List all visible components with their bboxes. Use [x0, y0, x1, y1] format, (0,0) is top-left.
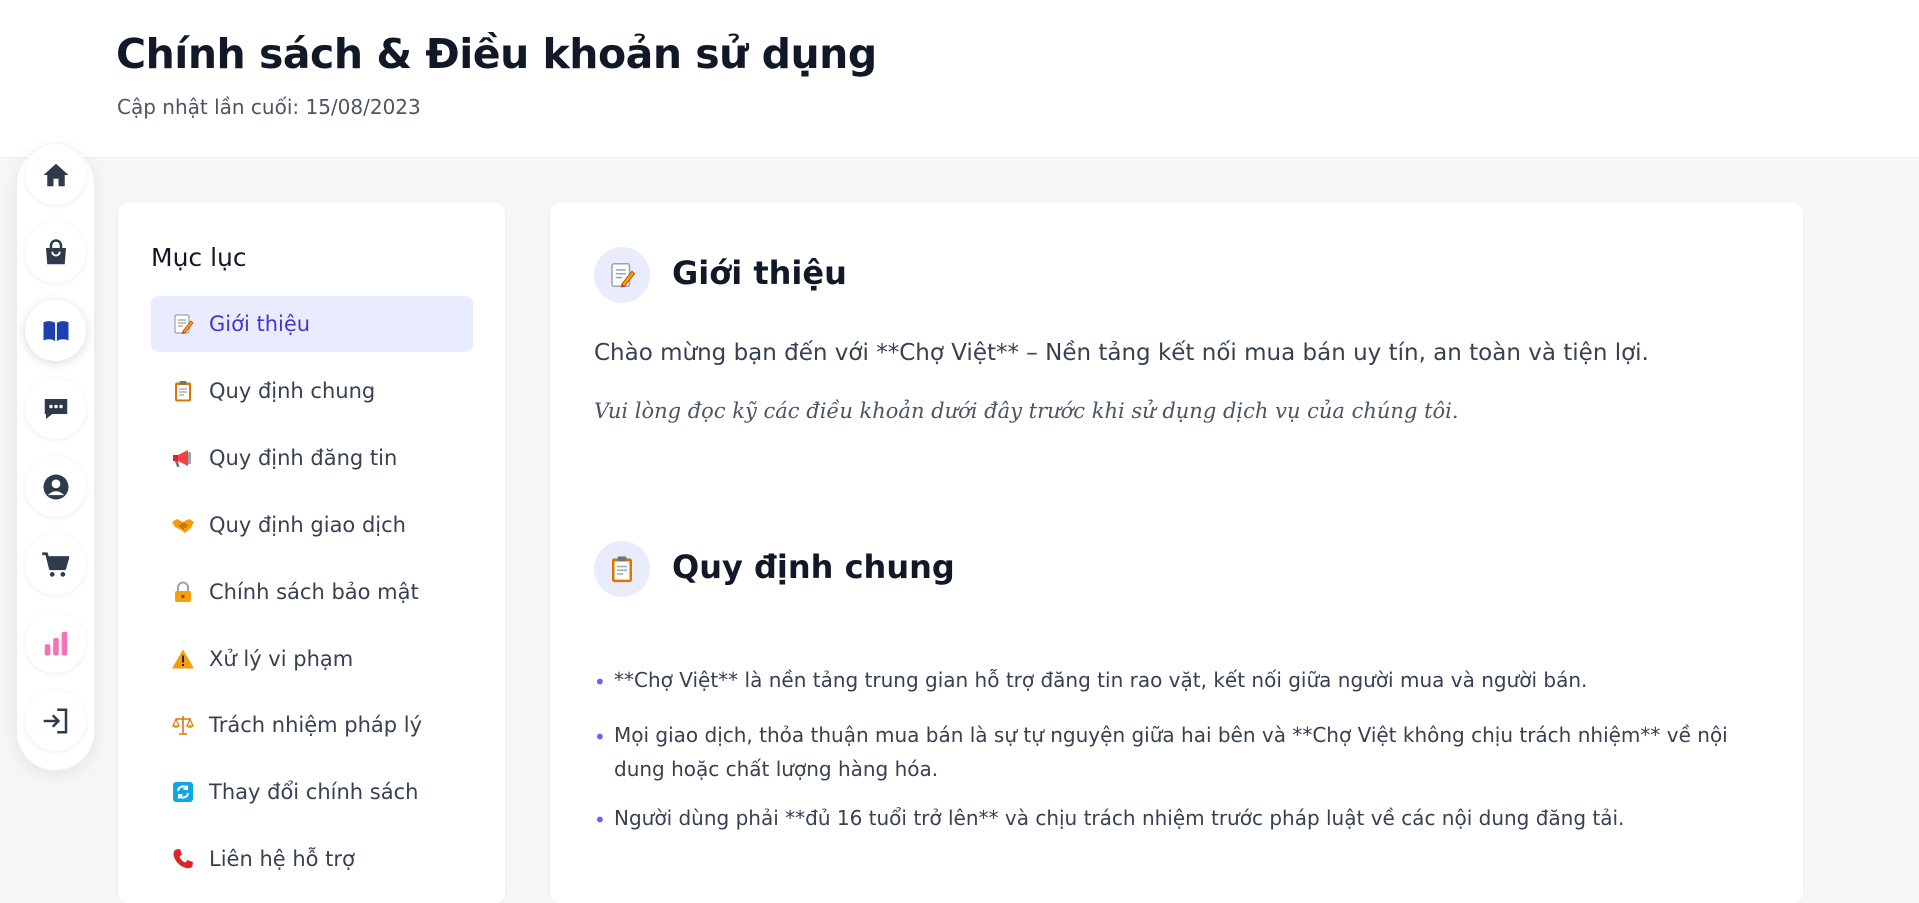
list-item: Người dùng phải **đủ 16 tuổi trở lên** v… [594, 801, 1774, 837]
megaphone-icon [173, 450, 191, 467]
section-intro-badge [594, 247, 650, 303]
toc-item-changes[interactable]: Thay đổi chính sách [151, 764, 473, 820]
toc-item-privacy[interactable]: Chính sách bảo mật [151, 564, 473, 620]
nav-stats-button[interactable] [25, 612, 86, 673]
memo-icon [174, 314, 194, 335]
toc-title: Mục lục [151, 243, 247, 272]
nav-cart-button[interactable] [25, 534, 86, 595]
book-icon [43, 320, 68, 341]
nav-home-button[interactable] [25, 144, 86, 205]
last-updated: Cập nhật lần cuối: 15/08/2023 [117, 95, 421, 119]
handshake-icon [172, 519, 194, 533]
toc-item-label: Quy định giao dịch [209, 513, 406, 537]
list-item: **Chợ Việt** là nền tảng trung gian hỗ t… [594, 663, 1774, 699]
toc-item-general[interactable]: Quy định chung [151, 363, 473, 419]
toc-item-label: Giới thiệu [209, 312, 311, 336]
toc-item-transactions[interactable]: Quy định giao dịch [151, 497, 473, 553]
shopping-bag-icon [45, 238, 66, 264]
login-icon [43, 708, 67, 733]
section-general-badge [594, 541, 650, 597]
intro-welcome-text: Chào mừng bạn đến với **Chợ Việt** – Nền… [594, 340, 1649, 366]
toc-item-label: Chính sách bảo mật [209, 580, 419, 604]
phone-icon [173, 849, 193, 869]
nav-policy-button[interactable] [25, 300, 86, 361]
chat-icon [44, 398, 67, 419]
toc-item-label: Xử lý vi phạm [209, 647, 354, 671]
chart-icon [44, 631, 67, 655]
toc-item-intro[interactable]: Giới thiệu [151, 296, 473, 352]
memo-icon [611, 263, 636, 288]
nav-profile-button[interactable] [25, 456, 86, 517]
toc-item-label: Liên hệ hỗ trợ [209, 847, 355, 871]
section-general-title: Quy định chung [672, 548, 955, 586]
nav-chat-button[interactable] [25, 378, 86, 439]
intro-note-text: Vui lòng đọc kỹ các điều khoản dưới đây … [594, 399, 1459, 423]
toc-item-label: Trách nhiệm pháp lý [209, 713, 423, 737]
cart-icon [41, 551, 69, 577]
nav-login-button[interactable] [25, 690, 86, 751]
toc-item-label: Quy định đăng tin [209, 446, 398, 470]
table-of-contents: Mục lục Giới thiệu Quy định chung Quy đị… [118, 203, 505, 903]
user-icon [43, 474, 68, 499]
toc-item-posting[interactable]: Quy định đăng tin [151, 430, 473, 486]
toc-item-label: Thay đổi chính sách [209, 780, 419, 804]
home-icon [43, 163, 68, 186]
warning-icon [172, 649, 194, 669]
clipboard-icon [612, 556, 632, 583]
policy-content: Giới thiệu Chào mừng bạn đến với **Chợ V… [550, 203, 1803, 903]
clipboard-icon [175, 381, 191, 402]
nav-rail [17, 144, 94, 770]
lock-icon [175, 581, 191, 602]
page-header: Chính sách & Điều khoản sử dụng Cập nhật… [0, 0, 1919, 158]
nav-shop-button[interactable] [25, 222, 86, 283]
toc-item-label: Quy định chung [209, 379, 376, 403]
scales-icon [172, 716, 194, 735]
section-intro-title: Giới thiệu [672, 254, 847, 292]
page-title: Chính sách & Điều khoản sử dụng [116, 30, 877, 78]
refresh-icon [173, 782, 193, 802]
toc-item-legal[interactable]: Trách nhiệm pháp lý [151, 697, 473, 753]
toc-item-violations[interactable]: Xử lý vi phạm [151, 631, 473, 687]
toc-item-support[interactable]: Liên hệ hỗ trợ [151, 831, 473, 887]
list-item: Mọi giao dịch, thỏa thuận mua bán là sự … [594, 718, 1774, 786]
